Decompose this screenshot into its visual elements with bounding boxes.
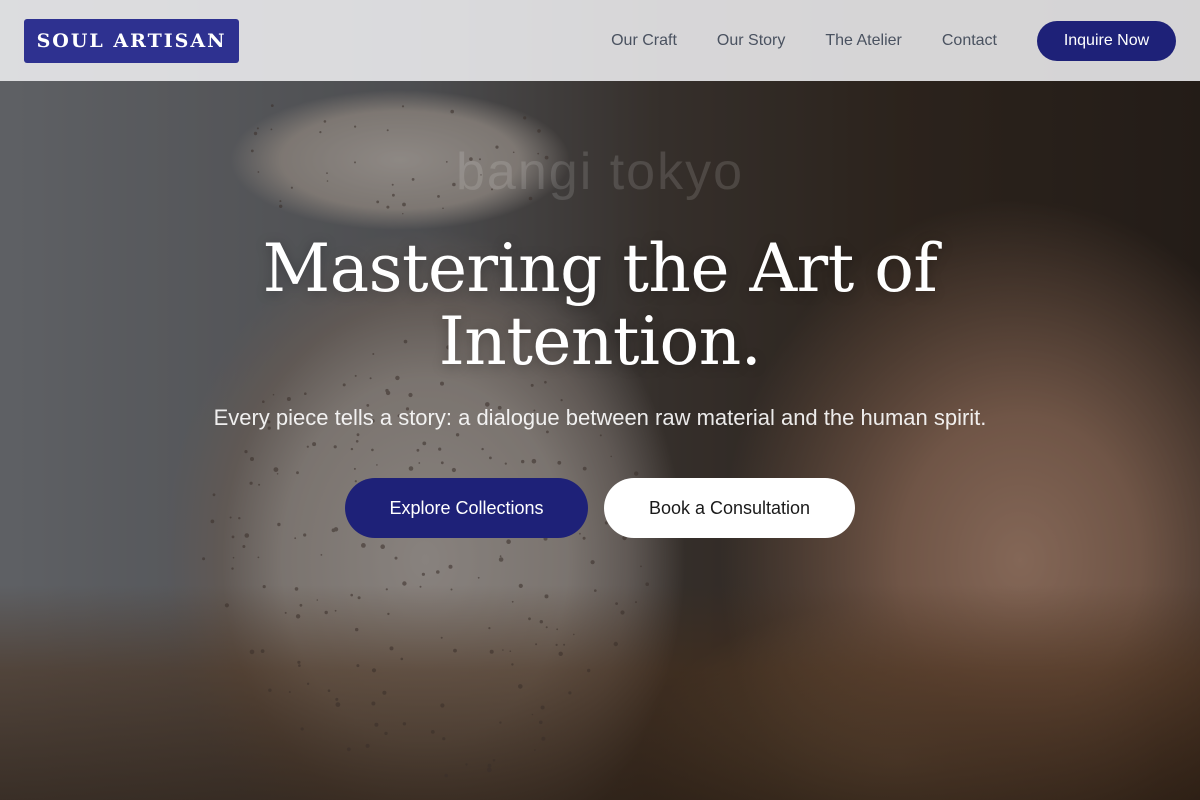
hero-headline-line-2: Intention. xyxy=(438,303,762,380)
hero-headline: Mastering the Art of Intention. xyxy=(0,232,1200,378)
hero-section: bangi tokyo SOUL ARTISAN Our Craft Our S… xyxy=(0,0,1200,800)
hero-cta-row: Explore Collections Book a Consultation xyxy=(0,478,1200,538)
book-consultation-button[interactable]: Book a Consultation xyxy=(604,478,855,538)
nav-link-contact[interactable]: Contact xyxy=(942,32,997,50)
inquire-now-button[interactable]: Inquire Now xyxy=(1037,20,1176,61)
nav-menu: Our Craft Our Story The Atelier Contact … xyxy=(611,20,1176,61)
top-navbar: SOUL ARTISAN Our Craft Our Story The Ate… xyxy=(0,0,1200,81)
hero-content: Mastering the Art of Intention. Every pi… xyxy=(0,232,1200,538)
nav-link-our-story[interactable]: Our Story xyxy=(717,32,785,50)
explore-collections-button[interactable]: Explore Collections xyxy=(345,478,588,538)
brand-logo[interactable]: SOUL ARTISAN xyxy=(24,18,239,63)
nav-link-the-atelier[interactable]: The Atelier xyxy=(825,32,901,50)
hero-subtext: Every piece tells a story: a dialogue be… xyxy=(213,405,987,430)
nav-link-our-craft[interactable]: Our Craft xyxy=(611,32,677,50)
hero-headline-line-1: Mastering the Art of xyxy=(262,230,938,307)
